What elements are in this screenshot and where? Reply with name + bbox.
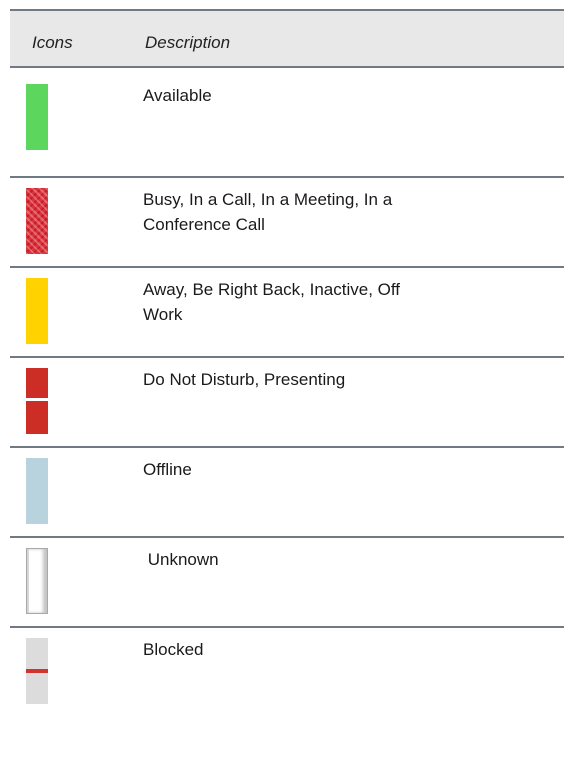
header-icons: Icons <box>32 33 73 52</box>
table-row: Away, Be Right Back, Inactive, Off Work <box>10 268 564 356</box>
table-row: Offline <box>10 448 564 536</box>
table-row: Blocked <box>10 628 564 718</box>
presence-icons-table: Icons Description Available Busy, In a C… <box>10 0 564 718</box>
table-row: Unknown <box>10 538 564 626</box>
offline-status-icon <box>26 458 48 524</box>
row-description: Do Not Disturb, Presenting <box>143 370 346 389</box>
available-status-icon <box>26 84 48 150</box>
row-description-line: Away, Be Right Back, Inactive, Off <box>143 280 401 299</box>
row-description: Offline <box>143 460 192 479</box>
header-description: Description <box>145 33 231 52</box>
row-description-line: Work <box>143 305 183 324</box>
row-description: Unknown <box>143 550 219 569</box>
table-header: Icons Description <box>10 11 564 66</box>
busy-status-icon <box>26 188 48 254</box>
table-row: Available <box>10 68 564 176</box>
table-row: Do Not Disturb, Presenting <box>10 358 564 446</box>
row-description: Available <box>143 86 212 105</box>
row-description: Busy, In a Call, In a Meeting, In a Conf… <box>143 187 523 237</box>
row-description: Blocked <box>143 640 204 659</box>
row-description-line: Busy, In a Call, In a Meeting, In a <box>143 190 393 209</box>
unknown-status-icon <box>26 548 48 614</box>
row-description: Away, Be Right Back, Inactive, Off Work <box>143 277 523 327</box>
away-status-icon <box>26 278 48 344</box>
table-row: Busy, In a Call, In a Meeting, In a Conf… <box>10 178 564 266</box>
blocked-status-icon <box>26 638 48 704</box>
row-description-line: Conference Call <box>143 215 265 234</box>
do-not-disturb-status-icon <box>26 368 48 434</box>
